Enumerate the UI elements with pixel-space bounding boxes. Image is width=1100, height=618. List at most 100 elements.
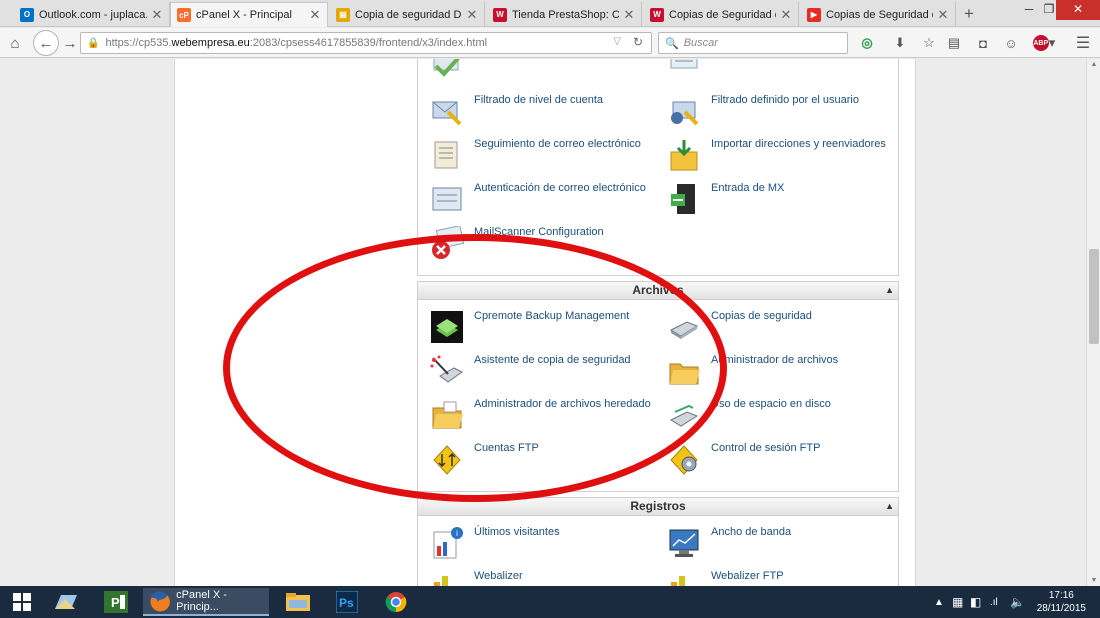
taskbar-firefox-window[interactable]: cPanel X - Princip... — [143, 588, 269, 616]
outlook-icon: O — [20, 7, 34, 22]
partial-item[interactable] — [430, 59, 660, 92]
home-icon[interactable]: ⌂ — [4, 32, 26, 54]
close-tab-icon[interactable]: ✕ — [937, 7, 949, 23]
mail-auth-icon — [432, 187, 462, 211]
start-button[interactable] — [4, 588, 40, 616]
bandwidth-link[interactable]: Ancho de banda — [667, 526, 897, 568]
url-dropdown-icon[interactable]: ▽ — [613, 36, 621, 47]
ftp-session-link[interactable]: Control de sesión FTP — [667, 442, 897, 484]
close-tab-icon[interactable]: ✕ — [309, 7, 321, 23]
menu-icon[interactable]: ☰ — [1073, 33, 1093, 53]
webalizer-ftp-icon — [671, 576, 685, 586]
email-panel: Filtrado de nivel de cuenta Filtrado def… — [417, 59, 899, 276]
browser-tab-active[interactable]: cP cPanel X - Principal ✕ — [170, 2, 328, 27]
action-center-icon[interactable]: ▦ — [952, 586, 963, 618]
pinned-app[interactable]: Ps — [327, 588, 367, 616]
user-filter-icon — [671, 101, 699, 126]
section-title: Archivos — [632, 283, 684, 297]
collapse-icon[interactable]: ▲ — [885, 498, 894, 515]
photoshop-icon: Ps — [336, 591, 358, 613]
legacy-file-manager-link[interactable]: Administrador de archivos heredado — [430, 398, 660, 440]
pinned-app[interactable] — [46, 588, 86, 616]
filter-mail-icon — [432, 101, 462, 126]
partial-item[interactable] — [667, 59, 897, 92]
system-clock[interactable]: 17:16 28/11/2015 — [1037, 589, 1086, 615]
search-input[interactable]: 🔍 Buscar — [658, 32, 848, 54]
checkmark-icon — [433, 59, 461, 77]
mail-tracking-link[interactable]: Seguimiento de correo electrónico — [430, 138, 660, 180]
scroll-up-arrow[interactable]: ▲ — [1087, 61, 1100, 68]
bookmark-star-icon[interactable]: ☆ — [919, 33, 939, 53]
reading-list-icon[interactable]: ▤ — [944, 33, 964, 53]
close-tab-icon[interactable]: ✕ — [151, 7, 163, 23]
browser-tab[interactable]: ▶ Copias de Seguridad de... ✕ — [801, 2, 956, 27]
mx-entry-link[interactable]: Entrada de MX — [667, 182, 897, 224]
windows-taskbar: P cPanel X - Princip... Ps ▲ ▦ ◧ .ıl 🔈 1… — [0, 586, 1100, 618]
archivos-panel: Archivos ▲ Cpremote Backup Management Co… — [417, 281, 899, 492]
mail-auth-link[interactable]: Autenticación de correo electrónico — [430, 182, 660, 224]
mailscanner-link[interactable]: MailScanner Configuration — [430, 226, 660, 268]
backups-link[interactable]: Copias de seguridad — [667, 310, 897, 352]
chat-icon[interactable]: ☺ — [1001, 33, 1021, 53]
pinned-app[interactable]: P — [96, 588, 136, 616]
volume-icon[interactable]: 🔈 — [1010, 586, 1025, 618]
filter-user-link[interactable]: Filtrado definido por el usuario — [667, 94, 897, 136]
webalizer-link[interactable]: Webalizer — [430, 570, 660, 586]
new-tab-button[interactable]: + — [958, 4, 980, 24]
disk-usage-link[interactable]: Uso de espacio en disco — [667, 398, 897, 440]
file-explorer-icon — [286, 593, 310, 611]
disk-usage-icon — [669, 404, 699, 427]
scroll-down-arrow[interactable]: ▼ — [1087, 577, 1100, 584]
file-manager-link[interactable]: Administrador de archivos — [667, 354, 897, 396]
pocket-icon[interactable]: ◘ — [973, 33, 993, 53]
registros-header[interactable]: Registros ▲ — [418, 498, 898, 516]
browser-tab-strip: O Outlook.com - juplaca... ✕ cP cPanel X… — [0, 0, 1100, 27]
close-tab-icon[interactable]: ✕ — [466, 7, 478, 23]
url-host: webempresa.eu — [171, 37, 250, 49]
url-path: :2083/cpsess4617855839/frontend/x3/index… — [249, 37, 488, 49]
youtube-icon: ▶ — [807, 7, 821, 22]
backup-wizard-link[interactable]: Asistente de copia de seguridad — [430, 354, 660, 396]
ftp-accounts-link[interactable]: Cuentas FTP — [430, 442, 660, 484]
browser-tab[interactable]: ▤ Copia de seguridad DB ... ✕ — [330, 2, 485, 27]
browser-tab[interactable]: W Copias de Seguridad de... ✕ — [644, 2, 799, 27]
adblock-plus-icon[interactable]: ABP ▾ — [1031, 33, 1057, 53]
webalizer-icon — [434, 576, 448, 586]
page-scrollbar[interactable]: ▲ ▼ — [1086, 59, 1100, 586]
collapse-icon[interactable]: ▲ — [885, 282, 894, 299]
windows-logo-icon — [13, 593, 31, 611]
network-icon[interactable]: .ıl — [990, 586, 998, 618]
grammarly-icon[interactable]: ◎ — [857, 33, 877, 53]
close-window-button[interactable]: ✕ — [1056, 0, 1100, 20]
device-icon[interactable]: ◧ — [970, 586, 981, 618]
import-addresses-link[interactable]: Importar direcciones y reenviadores — [667, 138, 897, 180]
browser-tab[interactable]: O Outlook.com - juplaca... ✕ — [14, 2, 170, 27]
archivos-header[interactable]: Archivos ▲ — [418, 282, 898, 300]
firefox-icon — [149, 591, 170, 612]
pinned-app[interactable] — [278, 588, 318, 616]
back-button[interactable]: ← — [33, 30, 59, 56]
cloud-folder-icon — [55, 595, 77, 609]
webempresa-icon: W — [650, 7, 664, 22]
project-icon: P — [104, 591, 128, 613]
tray-expand-icon[interactable]: ▲ — [934, 586, 944, 618]
forward-button[interactable]: → — [59, 32, 81, 54]
latest-visitors-link[interactable]: i Últimos visitantes — [430, 526, 660, 568]
browser-tab[interactable]: W Tienda PrestaShop: Co... ✕ — [487, 2, 642, 27]
reload-icon[interactable]: ↻ — [633, 35, 643, 49]
section-title: Registros — [630, 499, 686, 513]
pinned-app[interactable] — [376, 588, 416, 616]
file-manager-icon — [669, 363, 700, 385]
close-tab-icon[interactable]: ✕ — [780, 7, 792, 23]
mail-tracking-icon — [434, 141, 458, 169]
webalizer-ftp-link[interactable]: Webalizer FTP — [667, 570, 897, 586]
download-icon[interactable]: ⬇ — [890, 33, 910, 53]
cpremote-backup-icon — [431, 311, 463, 343]
filter-account-link[interactable]: Filtrado de nivel de cuenta — [430, 94, 660, 136]
cpremote-backup-link[interactable]: Cpremote Backup Management — [430, 310, 660, 352]
close-tab-icon[interactable]: ✕ — [623, 7, 635, 23]
bandwidth-icon — [669, 529, 699, 557]
chrome-icon — [385, 592, 407, 613]
scroll-thumb[interactable] — [1089, 249, 1099, 344]
address-bar[interactable]: 🔒 https://cp535. webempresa.eu:2083/cpses… — [80, 32, 652, 54]
